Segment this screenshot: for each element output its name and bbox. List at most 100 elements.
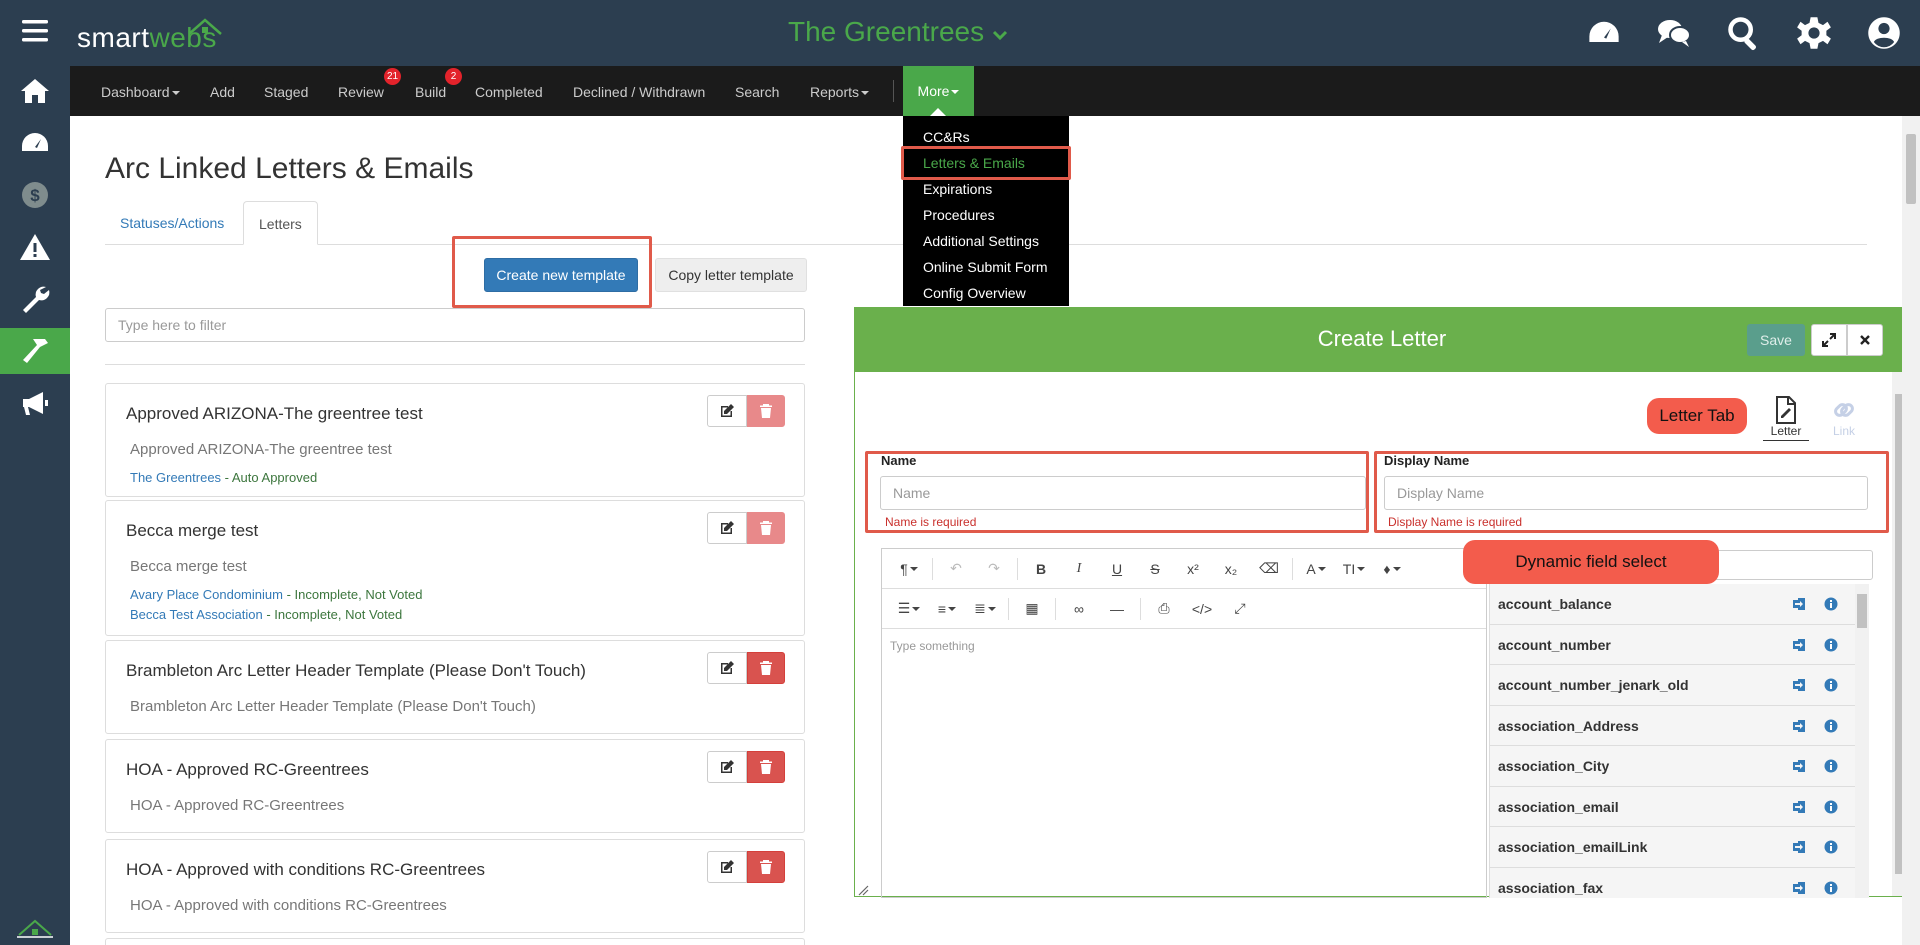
association-link[interactable]: Becca Test Association (130, 607, 263, 622)
wrench-icon[interactable] (0, 276, 70, 322)
nav-search[interactable]: Search (735, 84, 779, 100)
nav-build[interactable]: Build 2 (415, 68, 462, 100)
nav-staged[interactable]: Staged (264, 84, 308, 100)
info-icon[interactable] (1824, 881, 1838, 895)
superscript-icon[interactable]: x² (1174, 554, 1212, 584)
underline-icon[interactable]: U (1098, 554, 1136, 584)
nav-dashboard[interactable]: Dashboard (101, 84, 180, 100)
italic-icon[interactable]: I (1060, 554, 1098, 584)
dynamic-field-row[interactable]: association_fax (1490, 867, 1865, 898)
edit-template-button[interactable] (707, 751, 747, 783)
numbered-list-icon[interactable]: ≡ (928, 594, 966, 624)
nav-completed[interactable]: Completed (475, 84, 543, 100)
info-icon[interactable] (1824, 800, 1838, 814)
highlight-color-icon[interactable]: ♦ (1373, 554, 1411, 584)
nav-reports[interactable]: Reports (810, 84, 870, 100)
info-icon[interactable] (1824, 719, 1838, 733)
template-filter-input[interactable] (105, 308, 805, 342)
dynamic-field-row[interactable]: association_email (1490, 786, 1865, 827)
display-name-input[interactable] (1384, 476, 1868, 510)
menu-item-additional-settings[interactable]: Additional Settings (903, 228, 1069, 254)
info-icon[interactable] (1824, 759, 1838, 773)
nav-declined-withdrawn[interactable]: Declined / Withdrawn (573, 84, 705, 100)
strikethrough-icon[interactable]: S (1136, 554, 1174, 584)
insert-field-icon[interactable] (1792, 800, 1806, 814)
association-link[interactable]: Avary Place Condominium (130, 587, 283, 602)
menu-item-expirations[interactable]: Expirations (903, 176, 1069, 202)
delete-template-button[interactable] (747, 395, 785, 427)
info-icon[interactable] (1824, 840, 1838, 854)
code-view-icon[interactable]: </> (1183, 594, 1221, 624)
insert-field-icon[interactable] (1792, 759, 1806, 773)
insert-field-icon[interactable] (1792, 638, 1806, 652)
tab-letters[interactable]: Letters (243, 201, 318, 245)
tab-statuses-actions[interactable]: Statuses/Actions (105, 201, 239, 245)
delete-template-button[interactable] (747, 512, 785, 544)
eraser-icon[interactable]: ⌫ (1250, 554, 1288, 584)
dynamic-field-row[interactable]: account_balance (1490, 584, 1865, 625)
chat-icon[interactable] (1654, 13, 1694, 53)
dashboard-gauge-icon[interactable] (1584, 13, 1624, 53)
edit-template-button[interactable] (707, 652, 747, 684)
edit-template-button[interactable] (707, 395, 747, 427)
hammer-icon[interactable] (0, 328, 70, 374)
user-icon[interactable] (1864, 13, 1904, 53)
menu-item-letters-emails[interactable]: Letters & Emails (903, 150, 1069, 176)
page-scrollbar[interactable] (1902, 116, 1920, 945)
name-input[interactable] (880, 476, 1366, 510)
dynamic-field-row[interactable]: association_City (1490, 746, 1865, 787)
dashboard-gauge-icon[interactable] (0, 120, 70, 166)
insert-field-icon[interactable] (1792, 840, 1806, 854)
undo-icon[interactable]: ↶ (937, 554, 975, 584)
association-link[interactable]: The Greentrees (130, 470, 221, 485)
save-button[interactable]: Save (1747, 324, 1805, 356)
print-icon[interactable]: ⎙ (1145, 594, 1183, 624)
table-icon[interactable]: ▦ (1013, 594, 1051, 624)
delete-template-button[interactable] (747, 751, 785, 783)
dynamic-field-scrollbar[interactable] (1855, 584, 1869, 898)
link-insert-icon[interactable]: ∞ (1060, 594, 1098, 624)
info-icon[interactable] (1824, 678, 1838, 692)
letter-body-editor[interactable]: ¶ ↶ ↷ B I U S x² x₂ ⌫ A TI ♦ ☰ ≡ ≣ ▦ ∞ — (881, 548, 1487, 898)
redo-icon[interactable]: ↷ (975, 554, 1013, 584)
delete-template-button[interactable] (747, 652, 785, 684)
logo[interactable]: smartwebs (77, 18, 222, 54)
dynamic-field-row[interactable]: account_number_jenark_old (1490, 665, 1865, 706)
insert-field-icon[interactable] (1792, 678, 1806, 692)
align-icon[interactable]: ≣ (966, 594, 1004, 624)
link-tab[interactable]: Link (1821, 396, 1867, 438)
bold-icon[interactable]: B (1022, 554, 1060, 584)
menu-item-ccrs[interactable]: CC&Rs (903, 124, 1069, 150)
megaphone-icon[interactable] (0, 380, 70, 426)
menu-item-config-overview[interactable]: Config Overview (903, 280, 1069, 306)
horizontal-rule-icon[interactable]: — (1098, 594, 1136, 624)
expand-button[interactable] (1811, 324, 1847, 356)
insert-field-icon[interactable] (1792, 597, 1806, 611)
nav-add[interactable]: Add (210, 84, 235, 100)
letter-tab[interactable]: Letter (1763, 396, 1809, 441)
resize-handle-icon[interactable] (857, 884, 869, 896)
insert-field-icon[interactable] (1792, 881, 1806, 895)
nav-review[interactable]: Review 21 (338, 68, 402, 100)
info-icon[interactable] (1824, 638, 1838, 652)
dynamic-field-row[interactable]: association_emailLink (1490, 827, 1865, 868)
edit-template-button[interactable] (707, 851, 747, 883)
paragraph-format-icon[interactable]: ¶ (890, 554, 928, 584)
font-size-icon[interactable]: TI (1335, 554, 1373, 584)
edit-template-button[interactable] (707, 512, 747, 544)
close-button[interactable] (1847, 324, 1883, 356)
site-title-dropdown[interactable]: The Greentrees (788, 16, 1008, 48)
bullet-list-icon[interactable]: ☰ (890, 594, 928, 624)
info-icon[interactable] (1824, 597, 1838, 611)
menu-item-procedures[interactable]: Procedures (903, 202, 1069, 228)
menu-item-online-submit-form[interactable]: Online Submit Form (903, 254, 1069, 280)
delete-template-button[interactable] (747, 851, 785, 883)
warning-icon[interactable] (0, 224, 70, 270)
fullscreen-icon[interactable]: ⤢ (1221, 594, 1259, 624)
dynamic-field-row[interactable]: account_number (1490, 624, 1865, 665)
home-icon[interactable] (0, 68, 70, 114)
insert-field-icon[interactable] (1792, 719, 1806, 733)
search-icon[interactable] (1724, 13, 1764, 53)
create-new-template-button[interactable]: Create new template (484, 258, 638, 292)
font-color-icon[interactable]: A (1297, 554, 1335, 584)
